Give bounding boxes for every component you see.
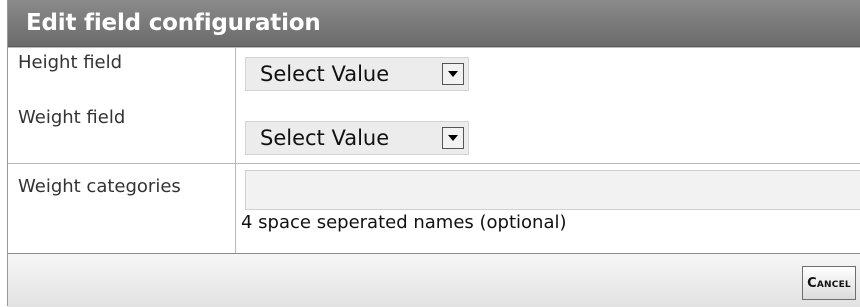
- weight-field-row: Weight field Select Value: [8, 103, 860, 163]
- weight-categories-hint: 4 space seperated names (optional): [241, 212, 567, 233]
- height-field-label: Height field: [8, 48, 236, 104]
- weight-field-value-cell: Select Value: [237, 103, 860, 163]
- dialog-footer: Cancel: [8, 253, 860, 307]
- weight-categories-label: Weight categories: [8, 164, 236, 254]
- height-field-select[interactable]: Select Value: [245, 57, 469, 91]
- dialog-title: Edit field configuration: [26, 10, 321, 36]
- weight-field-label: Weight field: [8, 103, 236, 163]
- weight-field-select[interactable]: Select Value: [245, 121, 469, 155]
- dropdown-arrow-icon[interactable]: [442, 127, 464, 149]
- cancel-button[interactable]: Cancel: [802, 266, 856, 300]
- weight-categories-row: Weight categories 4 space seperated name…: [8, 163, 860, 254]
- weight-categories-input[interactable]: [245, 170, 860, 210]
- dropdown-arrow-icon[interactable]: [442, 63, 464, 85]
- weight-categories-value-cell: 4 space seperated names (optional): [237, 164, 860, 254]
- height-field-row: Height field Select Value: [8, 47, 860, 104]
- height-field-value-cell: Select Value: [237, 48, 860, 104]
- weight-select-text: Select Value: [260, 126, 390, 150]
- dialog-titlebar: Edit field configuration: [8, 0, 860, 47]
- edit-field-configuration-dialog: Edit field configuration Height field Se…: [7, 0, 860, 307]
- height-select-text: Select Value: [260, 62, 390, 86]
